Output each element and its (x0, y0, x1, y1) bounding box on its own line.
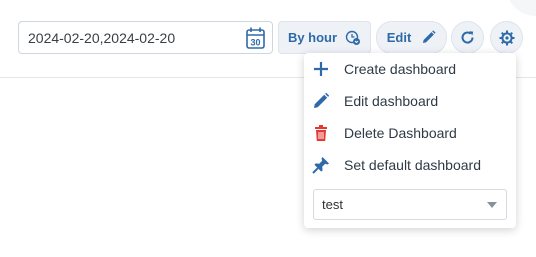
pin-icon (312, 157, 329, 174)
date-range-value: 2024-02-20,2024-02-20 (28, 29, 176, 46)
menu-item-label: Create dashboard (344, 61, 457, 77)
date-range-input[interactable]: 2024-02-20,2024-02-20 30 (18, 21, 273, 54)
refresh-icon (461, 31, 474, 44)
dashboard-select-value: test (322, 197, 343, 212)
menu-item-delete-dashboard[interactable]: Delete Dashboard (304, 117, 516, 149)
calendar-icon[interactable]: 30 (246, 27, 265, 49)
dashboard-menu: Create dashboard Edit dashboard Delete D… (304, 53, 516, 228)
granularity-button[interactable]: By hour (278, 21, 371, 54)
dashboard-select[interactable]: test (313, 189, 507, 220)
menu-item-set-default-dashboard[interactable]: Set default dashboard (304, 149, 516, 181)
settings-button[interactable] (490, 21, 523, 54)
chevron-down-icon (487, 202, 497, 208)
trash-icon (315, 125, 327, 141)
menu-item-label: Edit dashboard (344, 93, 439, 109)
menu-item-edit-dashboard[interactable]: Edit dashboard (304, 85, 516, 117)
refresh-button[interactable] (451, 21, 484, 54)
edit-label: Edit (386, 30, 412, 45)
plus-icon (314, 62, 328, 76)
menu-item-create-dashboard[interactable]: Create dashboard (304, 53, 516, 85)
edit-button[interactable]: Edit (376, 21, 447, 54)
granularity-label: By hour (287, 30, 338, 45)
clock-icon (345, 30, 361, 45)
pencil-icon (423, 30, 436, 43)
pencil-icon (314, 92, 330, 108)
gear-icon (499, 30, 514, 45)
calendar-day-text: 30 (250, 38, 260, 48)
menu-item-label: Delete Dashboard (344, 125, 457, 141)
menu-item-label: Set default dashboard (344, 157, 481, 173)
